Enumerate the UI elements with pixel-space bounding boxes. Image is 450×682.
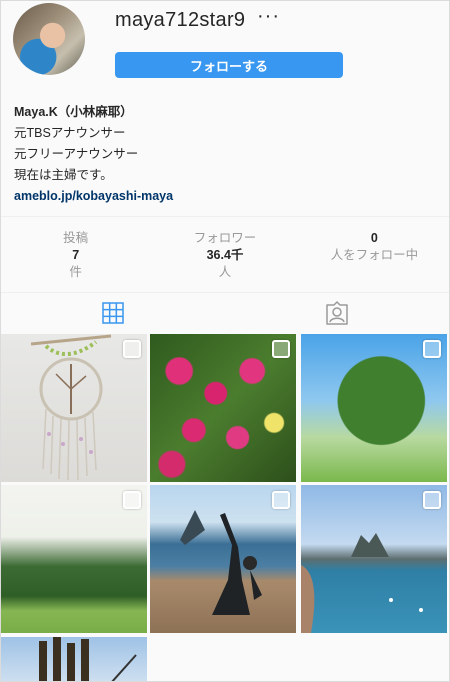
multi-photo-icon <box>123 491 141 509</box>
tagged-icon <box>326 301 348 325</box>
posts-unit: 件 <box>69 265 82 279</box>
more-options-button[interactable]: ··· <box>257 5 280 28</box>
profile-tabs <box>1 292 449 334</box>
follow-button[interactable]: フォローする <box>115 52 343 78</box>
bio-line: 現在は主婦です。 <box>14 168 113 182</box>
tab-tagged[interactable] <box>225 292 449 334</box>
posts-count: 投稿 7 件 <box>1 217 150 292</box>
post-thumbnail[interactable] <box>1 485 147 633</box>
multi-photo-icon <box>272 491 290 509</box>
post-thumbnail[interactable] <box>1 637 147 681</box>
following-count[interactable]: 0 人をフォロー中 <box>300 217 449 292</box>
followers-unit: 人 <box>218 265 232 279</box>
tower-photo <box>39 637 137 681</box>
posts-value: 7 <box>72 248 80 262</box>
followers-value: 36.4千 <box>206 248 244 262</box>
grid-icon <box>102 302 124 324</box>
followers-count[interactable]: フォロワー 36.4千 人 <box>150 217 299 292</box>
multi-photo-icon <box>272 340 290 358</box>
full-name: Maya.K（小林麻耶） <box>14 105 133 119</box>
stats-bar: 投稿 7 件 フォロワー 36.4千 人 0 人をフォロー中 <box>1 216 449 293</box>
multi-photo-icon <box>123 340 141 358</box>
avatar[interactable] <box>13 3 85 75</box>
multi-photo-icon <box>423 340 441 358</box>
post-thumbnail[interactable] <box>150 485 296 633</box>
username: maya712star9 <box>115 9 246 31</box>
bio: Maya.K（小林麻耶） 元TBSアナウンサー 元フリーアナウンサー 現在は主婦… <box>14 102 173 207</box>
multi-photo-icon <box>423 491 441 509</box>
followers-label: フォロワー <box>193 231 257 245</box>
following-label: 人をフォロー中 <box>330 248 419 262</box>
following-value: 0 <box>370 231 378 245</box>
tab-grid[interactable] <box>1 292 225 334</box>
profile-page: maya712star9 ··· フォローする Maya.K（小林麻耶） 元TB… <box>0 0 450 682</box>
posts-label: 投稿 <box>63 231 89 245</box>
post-thumbnail[interactable] <box>1 334 147 482</box>
website-link[interactable]: ameblo.jp/kobayashi-maya <box>14 186 173 207</box>
bio-line: 元フリーアナウンサー <box>14 147 139 161</box>
post-thumbnail[interactable] <box>301 485 447 633</box>
post-thumbnail[interactable] <box>301 334 447 482</box>
post-thumbnail[interactable] <box>150 334 296 482</box>
profile-header: maya712star9 ··· フォローする <box>1 1 449 101</box>
bio-line: 元TBSアナウンサー <box>14 126 126 140</box>
